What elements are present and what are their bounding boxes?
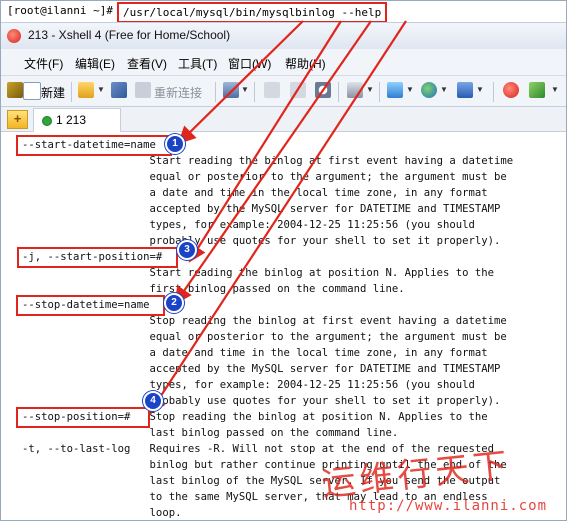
copy-icon[interactable] (264, 82, 280, 98)
new-session-icon[interactable] (23, 82, 41, 100)
chevron-down-icon[interactable]: ▼ (551, 85, 559, 94)
toolbar-separator (338, 82, 339, 102)
new-session-button[interactable]: 新建 (41, 84, 65, 101)
terminal-line: types, for example: 2004-12-25 11:25:56 … (22, 219, 475, 231)
toolbar-separator (493, 82, 494, 102)
find-icon[interactable] (315, 82, 331, 98)
menu-help[interactable]: 帮助(H) (285, 55, 326, 72)
highlight-start-datetime (16, 135, 172, 156)
window-title: 213 - Xshell 4 (Free for Home/School) (28, 28, 231, 42)
open-folder-icon[interactable] (78, 82, 94, 98)
tab-session-213[interactable]: 1 213 (33, 108, 121, 132)
menu-tools[interactable]: 工具(T) (178, 55, 217, 72)
menu-file[interactable]: 文件(F) (24, 55, 63, 72)
script-icon[interactable] (529, 82, 545, 98)
highlighted-command: /usr/local/mysql/bin/mysqlbinlog --help (117, 2, 388, 23)
paste-icon[interactable] (290, 82, 306, 98)
globe-icon[interactable] (421, 82, 437, 98)
terminal-line: equal or posterior to the argument; the … (22, 331, 507, 343)
connect-icon[interactable] (111, 82, 127, 98)
menu-view[interactable]: 查看(V) (127, 55, 167, 72)
toolbar-separator (215, 82, 216, 102)
window-title-bar[interactable]: 213 - Xshell 4 (Free for Home/School) (1, 22, 566, 49)
toolbar-separator (71, 82, 72, 102)
callout-badge-2: 2 (164, 293, 184, 313)
chevron-down-icon[interactable]: ▼ (241, 85, 249, 94)
terminal-line: accepted by the MySQL server for DATETIM… (22, 203, 501, 215)
highlight-stop-position (16, 407, 150, 428)
font-icon[interactable] (457, 82, 473, 98)
watermark-url: http://www.ilanni.com (349, 498, 548, 514)
add-tab-button[interactable]: + (7, 110, 28, 129)
window-icon[interactable] (387, 82, 403, 98)
menu-bar: 文件(F) 编辑(E) 查看(V) 工具(T) 窗口(W) 帮助(H) (1, 49, 566, 76)
callout-badge-1: 1 (165, 134, 185, 154)
menu-window[interactable]: 窗口(W) (228, 55, 271, 72)
terminal-line: accepted by the MySQL server for DATETIM… (22, 363, 501, 375)
toolbar-separator (379, 82, 380, 102)
shell-command-line: [root@ilanni ~]# /usr/local/mysql/bin/my… (1, 1, 566, 23)
callout-badge-4: 4 (143, 391, 163, 411)
terminal-line: loop. (22, 507, 182, 519)
print-icon[interactable] (347, 82, 363, 98)
terminal-line: equal or posterior to the argument; the … (22, 171, 507, 183)
session-tab-bar: + 1 213 (1, 107, 566, 132)
highlight-start-position (17, 247, 178, 268)
chevron-down-icon[interactable]: ▼ (366, 85, 374, 94)
terminal-line: a date and time in the local time zone, … (22, 187, 488, 199)
terminal-line: types, for example: 2004-12-25 11:25:56 … (22, 379, 475, 391)
chevron-down-icon[interactable]: ▼ (476, 85, 484, 94)
callout-badge-3: 3 (177, 240, 197, 260)
screenshot-frame: [root@ilanni ~]# /usr/local/mysql/bin/my… (0, 0, 567, 521)
connected-status-icon (42, 116, 52, 126)
xftp-icon[interactable] (503, 82, 519, 98)
toolbar-separator (254, 82, 255, 102)
shell-prompt: [root@ilanni ~]# (7, 4, 113, 17)
properties-icon[interactable] (223, 82, 239, 98)
tab-label: 1 213 (56, 113, 87, 127)
highlight-stop-datetime (16, 295, 165, 316)
reconnect-button[interactable]: 重新连接 (154, 84, 202, 101)
menu-edit[interactable]: 编辑(E) (75, 55, 115, 72)
toolbar-grip-icon (7, 82, 23, 98)
xshell-app-icon (7, 29, 21, 43)
reconnect-icon[interactable] (135, 82, 151, 98)
terminal-line: a date and time in the local time zone, … (22, 347, 488, 359)
chevron-down-icon[interactable]: ▼ (97, 85, 105, 94)
chevron-down-icon[interactable]: ▼ (440, 85, 448, 94)
toolbar: 新建 ▼ 重新连接 ▼ ▼ ▼ ▼ ▼ ▼ (1, 76, 566, 107)
chevron-down-icon[interactable]: ▼ (406, 85, 414, 94)
